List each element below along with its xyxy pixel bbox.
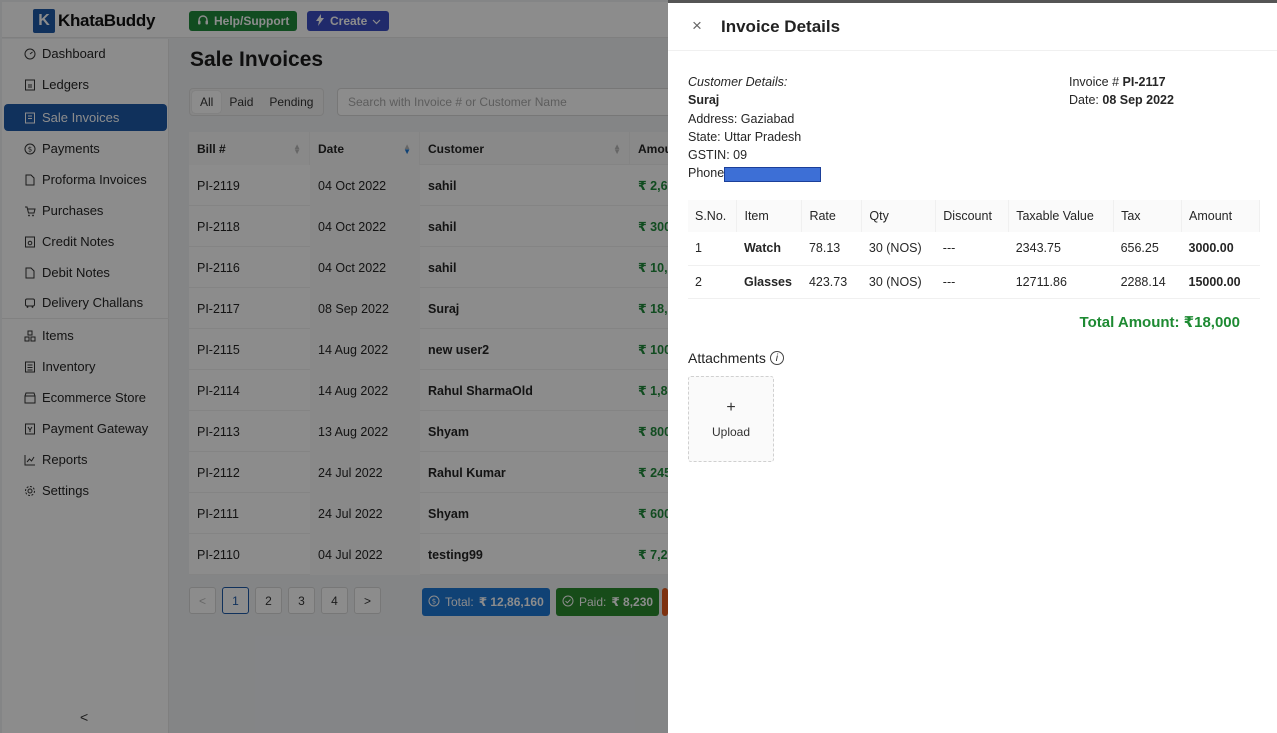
invoice-number: PI-2117 [1122, 75, 1166, 89]
modal-mask[interactable] [0, 0, 668, 733]
invoice-date: 08 Sep 2022 [1102, 93, 1174, 108]
column-amount: Amount [1181, 200, 1260, 232]
column-taxable-value: Taxable Value [1008, 200, 1115, 232]
total-amount: Total Amount: ₹18,000 [1079, 314, 1240, 331]
drawer-header: × Invoice Details [668, 3, 1277, 51]
attachments-label: Attachments [688, 350, 766, 366]
item-amount-cell: 3000.00 [1181, 232, 1260, 266]
customer-gstin: GSTIN: 09 [688, 148, 748, 163]
column-discount: Discount [935, 200, 1010, 232]
item-item-cell: Watch [736, 232, 802, 266]
column-sno: S.No. [688, 200, 738, 232]
item-taxable-cell: 2343.75 [1008, 232, 1114, 266]
invoice-meta: Invoice # PI-2117 Date: 08 Sep 2022 [1069, 73, 1174, 110]
item-qty-cell: 30 (NOS) [861, 265, 936, 299]
item-discount-cell: --- [935, 265, 1009, 299]
column-qty: Qty [861, 200, 937, 232]
item-row: 1 Watch 78.13 30 (NOS) --- 2343.75 656.25 3000.… [688, 232, 1260, 266]
phone-redacted [724, 166, 822, 182]
customer-details: Customer Details: Suraj Address: Gaziaba… [688, 73, 822, 183]
column-rate: Rate [801, 200, 863, 232]
plus-icon: + [726, 399, 736, 416]
item-sno-cell: 2 [688, 265, 737, 299]
item-item-cell: Glasses [736, 265, 802, 299]
customer-state: State: Uttar Pradesh [688, 129, 802, 144]
item-tax-cell: 656.25 [1113, 232, 1182, 266]
item-sno-cell: 1 [688, 232, 737, 266]
column-tax: Tax [1113, 200, 1182, 232]
attachments-heading: Attachments i [688, 350, 784, 366]
item-rate-cell: 423.73 [801, 265, 862, 299]
upload-button[interactable]: + Upload [688, 376, 774, 462]
invoice-date-line: Date: 08 Sep 2022 [1069, 91, 1174, 109]
column-item: Item [736, 200, 803, 232]
item-tax-cell: 2288.14 [1113, 265, 1182, 299]
customer-details-heading: Customer Details: [688, 75, 788, 89]
item-qty-cell: 30 (NOS) [861, 232, 936, 266]
invoice-number-line: Invoice # PI-2117 [1069, 73, 1174, 91]
item-row: 2 Glasses 423.73 30 (NOS) --- 12711.86 2288.14… [688, 265, 1260, 299]
customer-phone: Phone [688, 164, 822, 182]
invoice-number-label: Invoice # [1069, 75, 1120, 89]
item-taxable-cell: 12711.86 [1008, 265, 1114, 299]
item-discount-cell: --- [935, 232, 1009, 266]
info-icon[interactable]: i [769, 351, 784, 365]
drawer-title: Invoice Details [721, 17, 841, 36]
invoice-details-drawer: × Invoice Details Customer Details: Sura… [668, 3, 1277, 733]
invoice-items-table: S.No. Item Rate Qty Discount Taxable Val… [688, 200, 1260, 299]
customer-address: Address: Gaziabad [688, 111, 795, 126]
close-icon[interactable]: × [692, 16, 702, 36]
items-header-row: S.No. Item Rate Qty Discount Taxable Val… [688, 200, 1260, 232]
item-rate-cell: 78.13 [801, 232, 862, 266]
upload-label: Upload [711, 425, 751, 439]
phone-label: Phone [688, 166, 725, 181]
item-amount-cell: 15000.00 [1181, 265, 1260, 299]
customer-name: Suraj [688, 93, 720, 108]
invoice-date-label: Date: [1069, 93, 1099, 108]
items-body: 1 Watch 78.13 30 (NOS) --- 2343.75 656.25 3000.… [688, 232, 1260, 299]
